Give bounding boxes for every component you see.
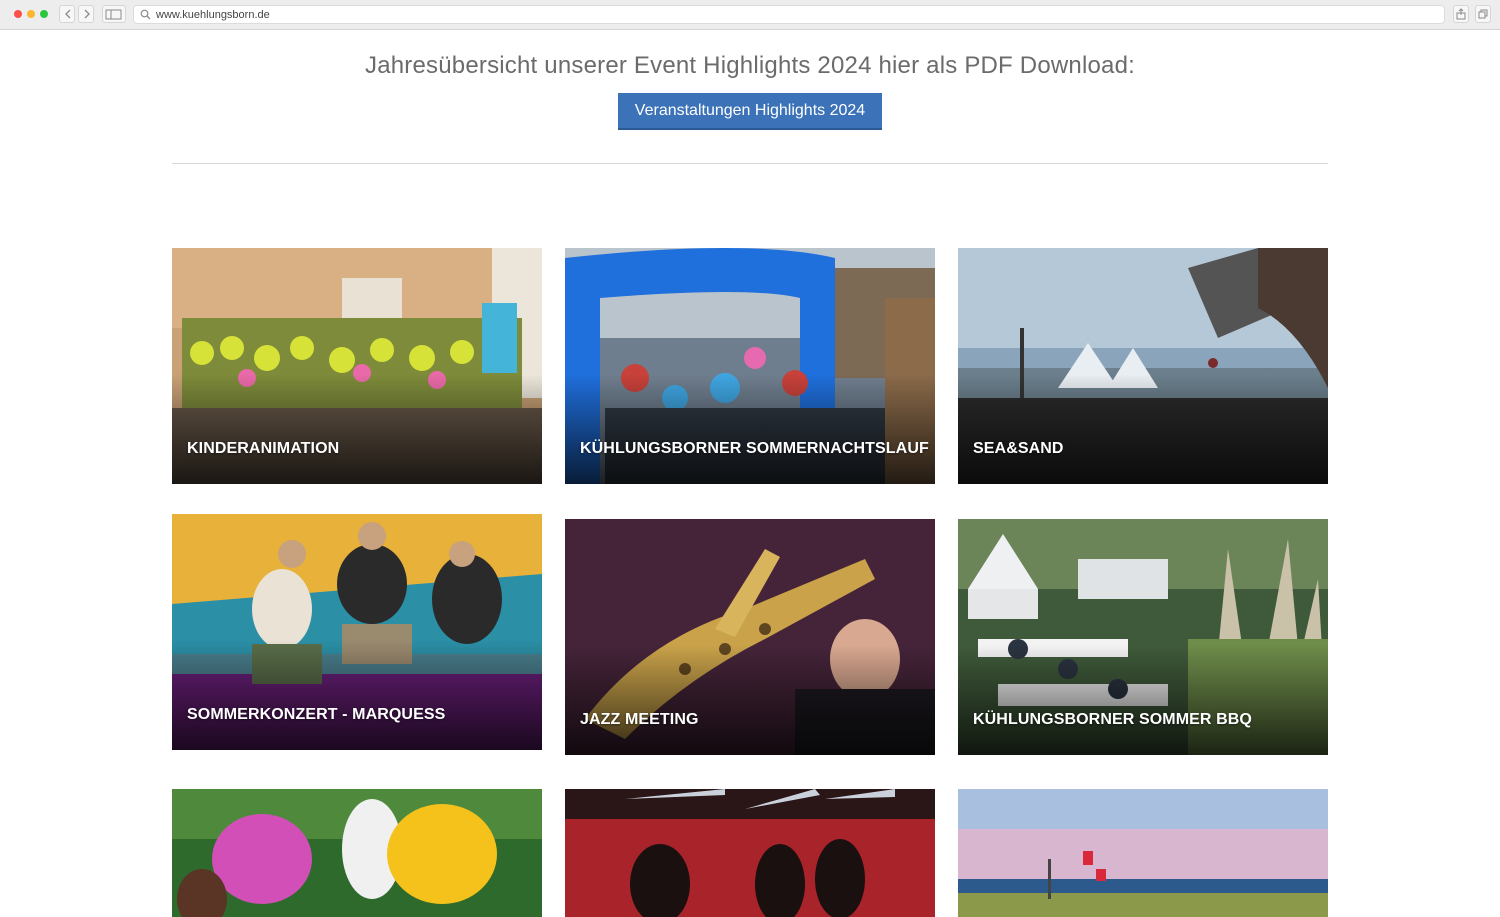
tabs-icon [1478,9,1488,19]
section-divider [172,163,1328,164]
address-bar[interactable]: www.kuehlungsborn.de [133,5,1445,24]
event-card-8[interactable] [565,789,935,917]
event-title: KINDERANIMATION [187,440,340,457]
sidebar-icon [105,9,122,20]
event-card-7[interactable] [172,789,542,917]
url-text: www.kuehlungsborn.de [156,9,270,21]
chevron-left-icon [65,9,71,19]
card-gradient [565,645,935,755]
page-headline: Jahresübersicht unserer Event Highlights… [365,52,1135,79]
sidebar-toggle-button[interactable] [102,5,126,23]
event-title: SOMMERKONZERT - MARQUESS [187,706,446,723]
zoom-window-icon[interactable] [40,10,48,18]
chevron-right-icon [84,9,90,19]
event-card-sommerkonzert[interactable]: SOMMERKONZERT - MARQUESS [172,514,542,750]
event-card-kinderanimation[interactable]: KINDERANIMATION [172,248,542,484]
event-title: SEA&SAND [973,440,1064,457]
event-title: KÜHLUNGSBORNER SOMMER BBQ [973,711,1252,728]
event-card-sommernachtslauf[interactable]: KÜHLUNGSBORNER SOMMERNACHTSLAUF [565,248,935,484]
event-card-sommer-bbq[interactable]: KÜHLUNGSBORNER SOMMER BBQ [958,519,1328,755]
card-gradient [172,374,542,484]
event-title: KÜHLUNGSBORNER SOMMERNACHTSLAUF [580,440,929,457]
card-gradient [172,640,542,750]
search-icon [140,9,151,20]
card-gradient [958,645,1328,755]
card-gradient [565,374,935,484]
event-card-sea-and-sand[interactable]: SEA&SAND [958,248,1328,484]
event-image [958,789,1328,917]
share-icon [1456,8,1466,20]
pdf-download-button[interactable]: Veranstaltungen Highlights 2024 [618,93,882,130]
event-image [565,789,935,917]
card-gradient [958,374,1328,484]
event-image [172,789,542,917]
close-window-icon[interactable] [14,10,22,18]
back-button[interactable] [59,5,75,23]
event-card-jazz-meeting[interactable]: JAZZ MEETING [565,519,935,755]
forward-button[interactable] [78,5,94,23]
browser-toolbar: www.kuehlungsborn.de [0,0,1500,30]
tabs-button[interactable] [1475,5,1491,23]
event-title: JAZZ MEETING [580,711,699,728]
share-button[interactable] [1453,5,1469,23]
event-card-9[interactable] [958,789,1328,917]
minimize-window-icon[interactable] [27,10,35,18]
